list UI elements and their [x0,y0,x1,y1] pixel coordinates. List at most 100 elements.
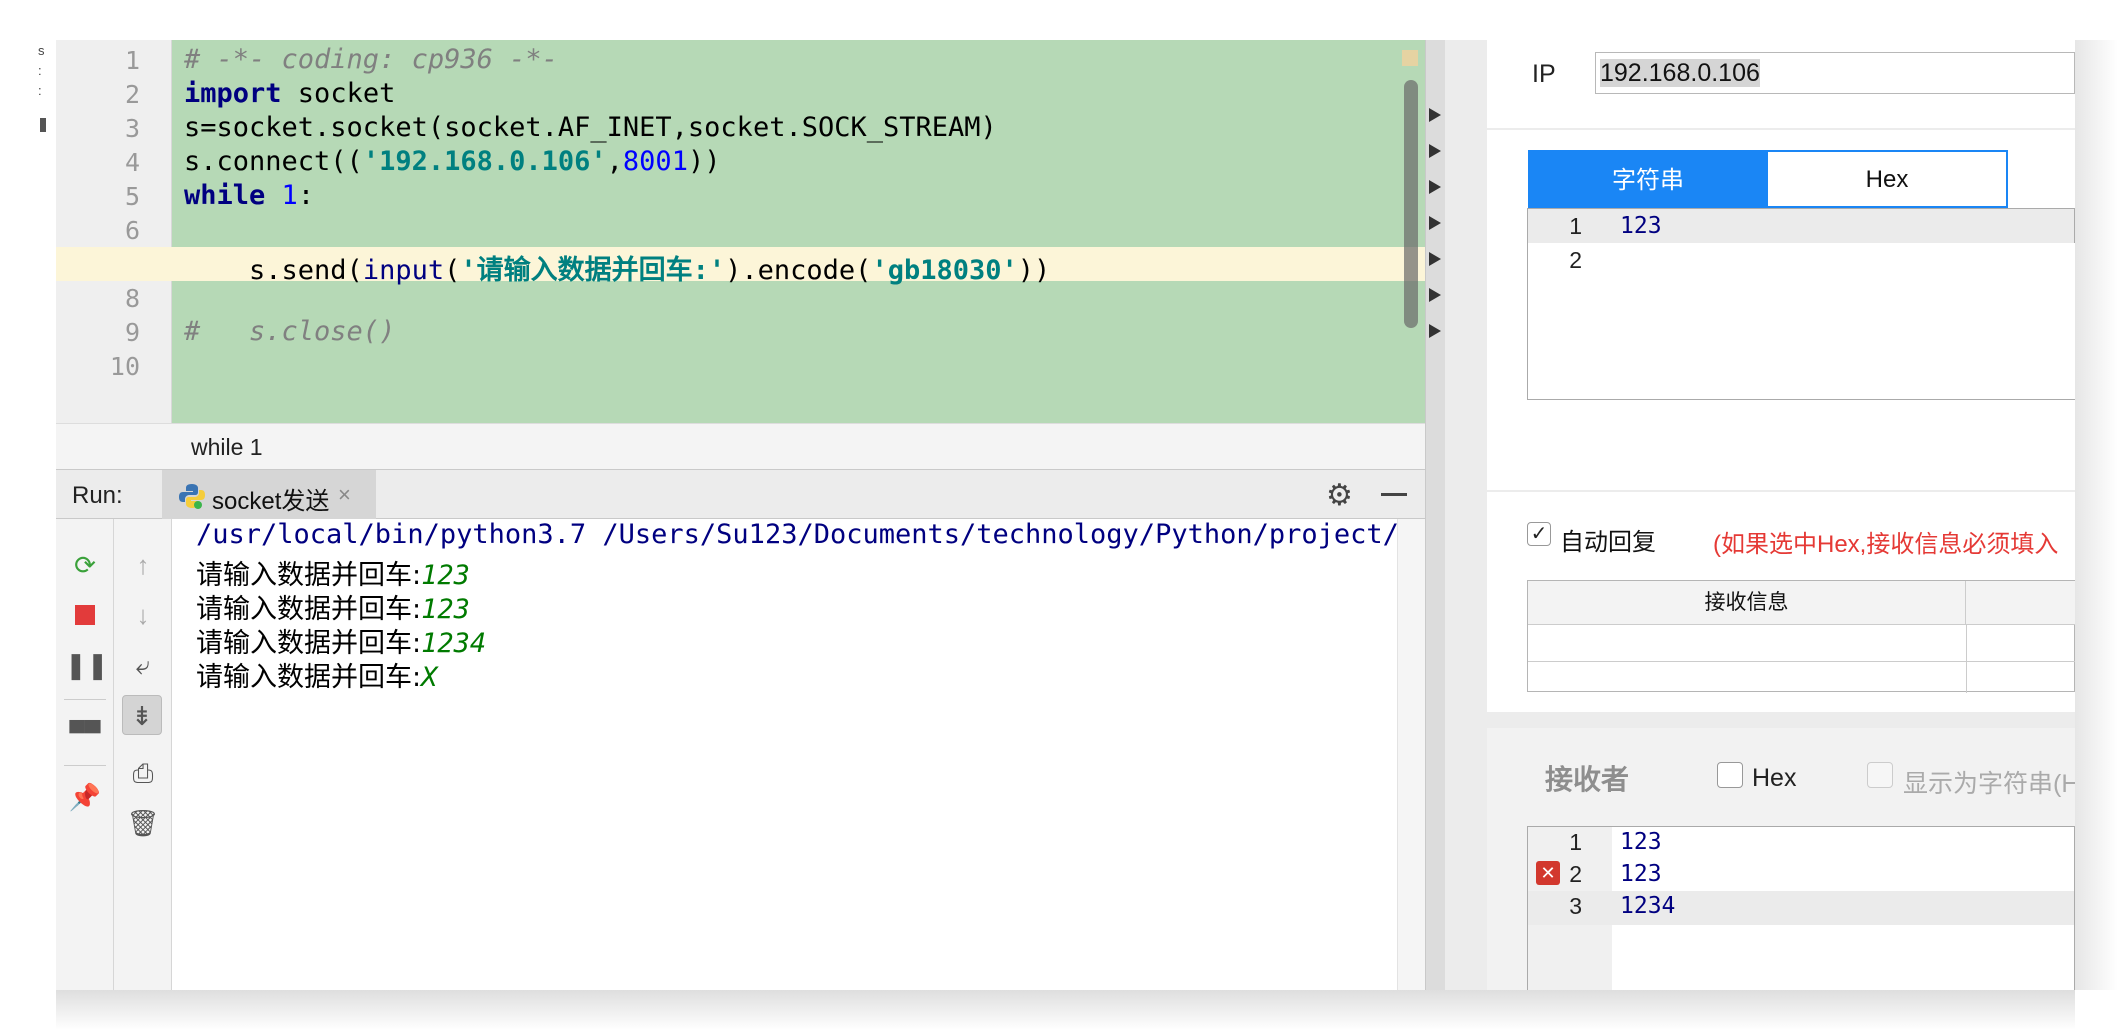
send-editor-body [1612,243,2076,399]
line-number: 6 [124,216,140,245]
code-token: )) [1017,255,1051,286]
number-token: 8001 [622,146,688,177]
receive-editor-line: 123 [1620,829,1662,855]
code-line-9: # s.close() [184,316,396,347]
run-tab-label: socket发送 [212,488,330,515]
breadcrumb-item[interactable]: while 1 [191,434,263,461]
left-window-edge: s : : [0,0,56,990]
play-marker-icon[interactable] [1429,216,1441,230]
ip-value: 192.168.0.106 [1600,59,1760,87]
play-marker-icon[interactable] [1429,144,1441,158]
show-as-string-checkbox[interactable] [1867,762,1893,788]
minimize-icon[interactable] [1381,493,1407,496]
close-icon[interactable]: × [338,482,351,508]
line-number: 4 [124,148,140,177]
keyword-token: while [184,180,266,211]
arrow-up-icon[interactable]: ↑ [123,545,163,585]
pause-icon[interactable]: ❚❚ [65,645,109,685]
inspection-marker[interactable] [1402,50,1418,66]
table-column-divider [1966,625,1967,693]
receiver-hex-checkbox[interactable] [1717,762,1743,788]
column-header[interactable] [1966,581,2076,625]
line-number: 10 [109,352,140,381]
scroll-to-end-icon[interactable]: ⇟ [122,695,162,735]
run-tab-socket[interactable]: socket发送 × [162,470,376,519]
code-token: socket [281,78,396,109]
ip-label: IP [1532,60,1556,88]
arrow-down-icon[interactable]: ↓ [123,595,163,635]
line-number: 2 [1569,247,1582,273]
code-line-4: s.connect(('192.168.0.106',8001)) [184,146,720,177]
code-token: ( [444,255,461,286]
edge-bar [40,118,46,132]
console-output[interactable]: /usr/local/bin/python3.7 /Users/Su123/Do… [172,519,1425,990]
play-marker-icon[interactable] [1429,252,1441,266]
current-line-gutter [56,247,172,281]
console-prompt: 请输入数据并回车: [196,662,422,693]
receive-editor[interactable]: 1 ✕ 2 3 123 123 1234 [1527,826,2075,990]
error-icon[interactable]: ✕ [1536,861,1560,885]
gear-icon[interactable]: ⚙ [1326,478,1353,513]
code-editor[interactable]: 1 2 3 4 5 6 7 8 9 10 # -*- coding: cp936… [56,40,1425,423]
table-row-divider [1528,661,2076,662]
code-token: s.send( [184,255,363,286]
receive-editor-line: 1234 [1620,893,1676,919]
code-line-2: import socket [184,78,395,109]
rerun-icon[interactable]: ⟳ [65,545,105,585]
line-number-gutter: 1 2 3 4 5 6 7 8 9 10 [56,40,172,423]
play-marker-icon[interactable] [1429,180,1441,194]
line-number: 2 [1569,861,1582,887]
breadcrumb[interactable]: while 1 [56,423,1425,469]
line-number: 3 [1569,893,1582,919]
code-token: )) [687,146,721,177]
string-token: '请输入数据并回车:' [460,255,726,286]
play-marker-icon[interactable] [1429,324,1441,338]
ip-input[interactable]: 192.168.0.106 [1595,52,2075,94]
stop-button[interactable] [65,595,105,635]
auto-reply-note: (如果选中Hex,接收信息必须填入 [1713,531,2059,558]
receive-editor-line: 123 [1620,861,1662,887]
tab-string[interactable]: 字符串 [1528,150,1768,208]
keyword-token: import [184,78,282,109]
send-editor[interactable]: 1 2 123 [1527,208,2076,400]
code-token: ).encode( [725,255,872,286]
soft-wrap-icon[interactable]: ⤶ [123,645,163,685]
line-number: 9 [124,318,140,347]
toolbar-divider [64,699,106,700]
editor-scrollbar[interactable] [1404,80,1418,328]
stop-icon [75,605,95,625]
string-token: 'gb18030' [871,255,1018,286]
console-line: 请输入数据并回车:X [196,655,437,694]
receiver-hex-label: Hex [1752,764,1797,792]
pin-icon[interactable]: 📌 [65,777,105,817]
socket-tool-window: IP 192.168.0.106 字符串 Hex 1 2 123 ✓ 自动回复 … [1445,40,2079,990]
line-number: 2 [124,80,140,109]
print-icon[interactable]: ⎙ [123,753,163,793]
code-line-1: # -*- coding: cp936 -*- [184,44,558,75]
layout-icon[interactable]: ▀▀ [65,713,105,753]
line-number: 1 [1569,213,1582,239]
reply-table[interactable]: 接收信息 [1527,580,2076,693]
builtin-token: input [362,255,445,286]
code-token: : [297,180,315,211]
play-marker-icon[interactable] [1429,288,1441,302]
column-header[interactable]: 接收信息 [1528,581,1966,625]
show-as-string-label: 显示为字符串(H [1903,770,2080,798]
console-input: X [421,662,438,693]
tab-hex[interactable]: Hex [1768,150,2008,208]
code-token: , [606,146,623,177]
send-editor-line: 123 [1620,213,1662,239]
line-number: 8 [124,284,140,313]
edge-glyph: : [38,83,42,98]
trash-icon[interactable]: 🗑 [123,803,163,843]
play-marker-icon[interactable] [1429,108,1441,122]
auto-reply-checkbox[interactable]: ✓ [1527,522,1551,546]
console-scrollbar[interactable] [1397,519,1425,990]
edge-glyph: s [38,43,45,58]
toolbar-divider [64,765,106,766]
receiver-label: 接收者 [1545,764,1630,795]
code-token: s.connect(( [184,146,363,177]
run-toolbar-primary: ⟳ ❚❚ ▀▀ 📌 [56,519,114,990]
number-token: 1 [281,180,298,211]
